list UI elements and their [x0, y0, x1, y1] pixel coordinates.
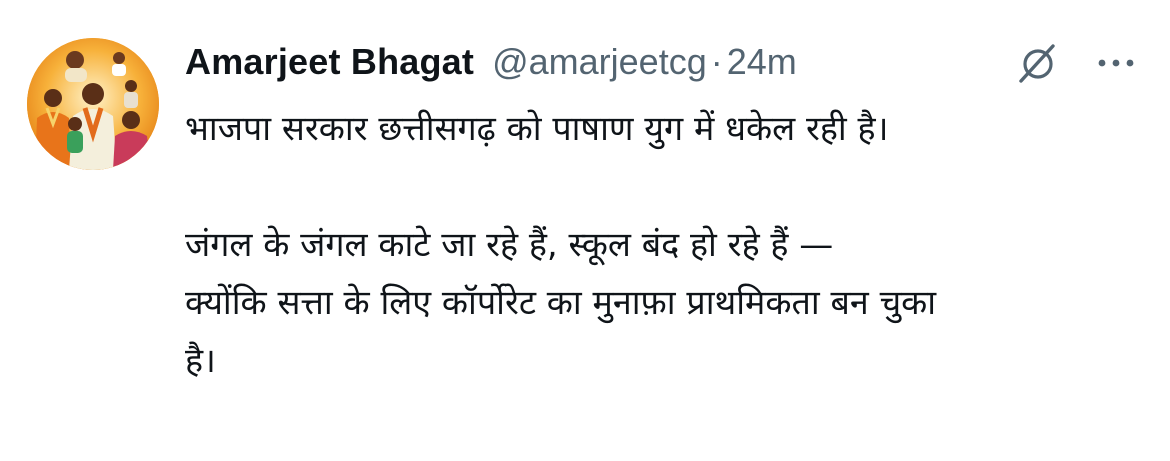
tweet-text-line: जंगल के जंगल काटे जा रहे हैं, स्कूल बंद …: [185, 225, 834, 265]
more-options-icon[interactable]: [1093, 48, 1139, 78]
avatar-photo: [27, 38, 159, 170]
tweet-header: Amarjeet Bhagat @amarjeetcg · 24m: [185, 36, 1145, 88]
tweet-card[interactable]: Amarjeet Bhagat @amarjeetcg · 24m भाजपा …: [0, 0, 1170, 461]
author-display-name[interactable]: Amarjeet Bhagat: [185, 41, 474, 83]
tweet-text-line: भाजपा सरकार छत्तीसगढ़ को पाषाण युग में ध…: [185, 109, 889, 149]
tweet-timestamp[interactable]: 24m: [727, 41, 797, 83]
grok-icon[interactable]: [1015, 40, 1061, 86]
tweet-text: भाजपा सरकार छत्तीसगढ़ को पाषाण युग में ध…: [185, 100, 1145, 390]
tweet-text-paragraph-gap: [185, 158, 1145, 216]
tweet-text-line: है।: [185, 341, 216, 381]
header-separator: ·: [710, 41, 723, 82]
tweet-text-line: क्योंकि सत्ता के लिए कॉर्पोरेट का मुनाफ़…: [185, 283, 937, 323]
profile-avatar[interactable]: [27, 38, 159, 170]
author-handle[interactable]: @amarjeetcg: [492, 41, 707, 83]
